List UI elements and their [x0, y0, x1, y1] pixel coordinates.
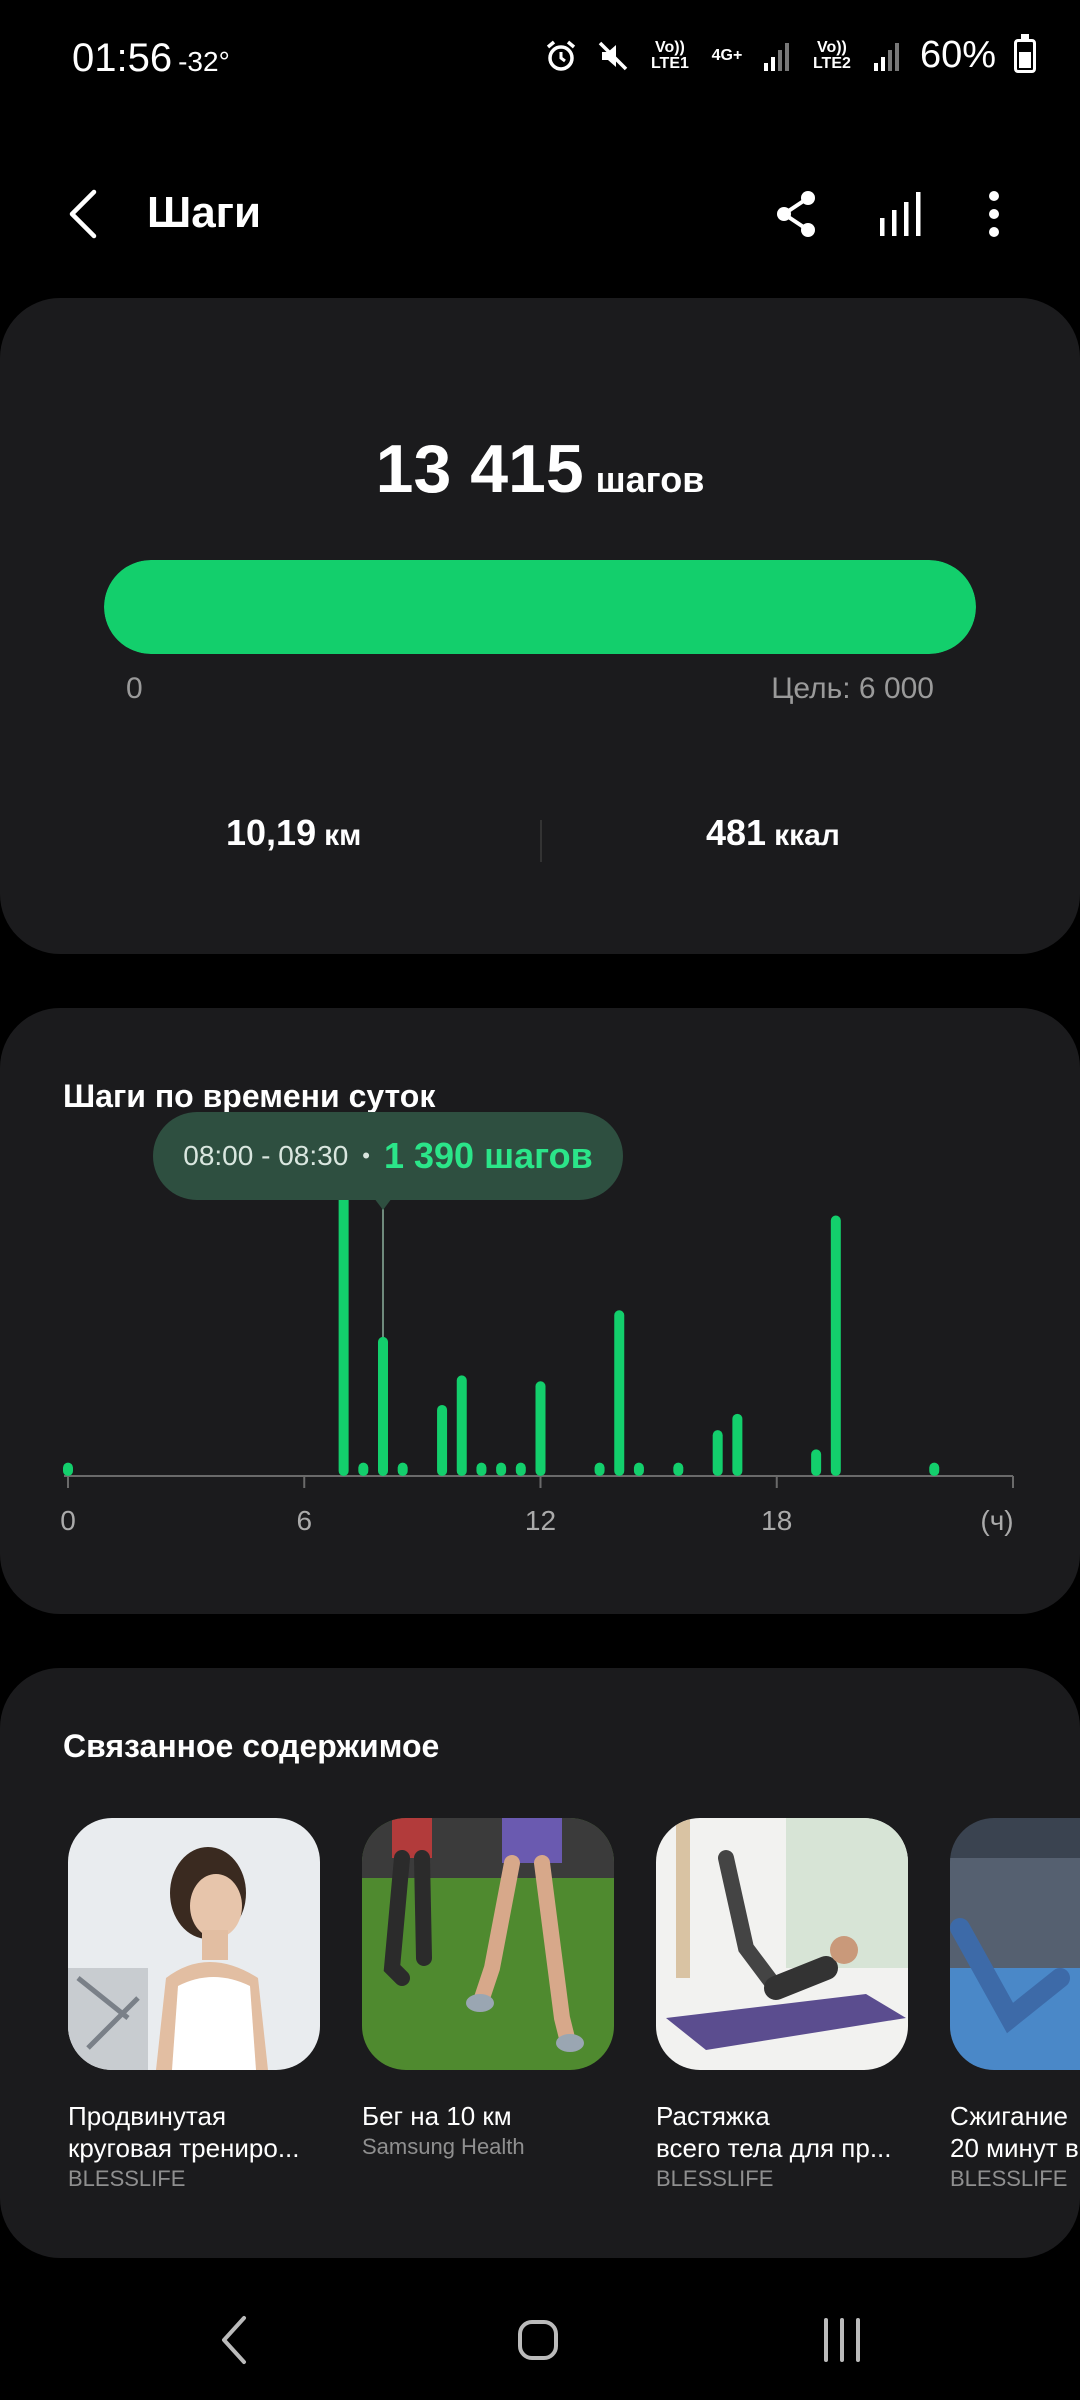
lte2-indicator: Vo)) LTE2 [812, 38, 851, 72]
chart-bar [633, 1462, 644, 1476]
stats-divider [540, 820, 542, 862]
mute-icon [598, 41, 628, 70]
steps-unit: шагов [595, 459, 705, 500]
alarm-icon [546, 40, 576, 71]
battery-icon [1014, 33, 1036, 73]
chart-bar [712, 1430, 723, 1476]
related-item-title: Продвинутая [68, 2101, 227, 2131]
chart-bar [378, 1336, 388, 1476]
related-thumbnail-runners [362, 1818, 614, 2070]
related-item-run-10km[interactable]: Бег на 10 км Samsung Health [362, 1818, 614, 2160]
signal-icon-1 [763, 42, 789, 71]
chart-tick-label: 12 [525, 1505, 556, 1536]
chart-bar [614, 1310, 625, 1476]
chart-bar [811, 1449, 822, 1476]
steps-value: 13 415 [375, 431, 584, 507]
related-thumbnail-woman [68, 1818, 320, 2070]
goal-progress-fill [104, 560, 976, 654]
distance-value: 10,19 [226, 812, 317, 853]
related-item-stretching[interactable]: Растяжка всего тела для пр... BLESSLIFE [656, 1818, 908, 2192]
chart-bar [830, 1215, 841, 1476]
related-item-source: BLESSLIFE [950, 2166, 1068, 2191]
tooltip-range: 08:00 - 08:30 [183, 1140, 349, 1171]
related-item-circuit-training[interactable]: Продвинутая круговая трениро... BLESSLIF… [68, 1818, 320, 2192]
nav-home-icon[interactable] [508, 2310, 568, 2370]
nav-back-icon[interactable] [206, 2310, 266, 2370]
back-icon[interactable] [56, 184, 116, 244]
related-item-title: Бег на 10 км [362, 2101, 512, 2131]
chart-x-unit-label: (ч) [980, 1505, 1013, 1536]
nav-recents-icon[interactable] [812, 2310, 872, 2370]
chart-bar [358, 1462, 369, 1476]
related-item-subtitle: всего тела для пр... [656, 2133, 892, 2163]
chart-bar [535, 1381, 546, 1476]
steps-bar-chart[interactable]: 0 6 12 18 (ч) [0, 1180, 1080, 1550]
chart-bar [437, 1404, 448, 1476]
calories-unit: ккал [774, 819, 840, 852]
goal-progress-bar [104, 560, 976, 654]
chart-tick-label: 18 [761, 1505, 792, 1536]
chart-bar [673, 1462, 684, 1476]
chart-bar [594, 1462, 605, 1476]
lte1-indicator: Vo)) LTE1 [650, 38, 689, 72]
status-time: 01:56 -32° [72, 36, 230, 81]
related-thumbnail-exercise [656, 1818, 908, 2070]
goal-min-label: 0 [126, 672, 143, 705]
calories-stat: 481 ккал [706, 812, 840, 854]
more-options-icon[interactable] [964, 184, 1024, 244]
related-item-source: BLESSLIFE [68, 2166, 186, 2191]
chart-tick-label: 6 [296, 1505, 312, 1536]
related-item-subtitle: 20 минут в [950, 2133, 1079, 2163]
tooltip-value: 1 390 шагов [383, 1135, 593, 1176]
chart-bar [476, 1462, 487, 1476]
trends-chart-icon[interactable] [870, 184, 930, 244]
status-icons: Vo)) LTE1 4G+ Vo)) LTE2 60% [544, 33, 1036, 77]
chart-bar [397, 1462, 408, 1476]
chart-bar [496, 1462, 507, 1476]
network-type: 4G+ [711, 46, 743, 64]
distance-stat: 10,19 км [226, 812, 361, 854]
steps-total: 13 415 шагов [0, 430, 1080, 508]
temperature-text: -32° [178, 46, 230, 77]
goal-label: Цель: 6 000 [771, 672, 934, 705]
calories-value: 481 [706, 812, 767, 853]
chart-bar [456, 1375, 467, 1476]
tooltip-separator: • [362, 1143, 370, 1168]
share-icon[interactable] [766, 184, 826, 244]
signal-icon-2 [873, 42, 899, 71]
related-thumbnail-yoga [950, 1818, 1080, 2070]
related-item-source: BLESSLIFE [656, 2166, 774, 2191]
related-section-title: Связанное содержимое [63, 1728, 440, 1764]
distance-unit: км [324, 819, 362, 852]
chart-bar [338, 1180, 349, 1476]
chart-bar [929, 1462, 940, 1476]
battery-percent: 60% [919, 34, 996, 76]
chart-tick-label: 0 [60, 1505, 76, 1536]
related-item-source: Samsung Health [362, 2134, 525, 2159]
related-item-burn[interactable]: Сжигание 20 минут в BLESSLIFE [950, 1818, 1080, 2192]
chart-bar [515, 1462, 526, 1476]
related-item-subtitle: круговая трениро... [68, 2133, 300, 2163]
clock-text: 01:56 [72, 36, 173, 80]
chart-bar [732, 1413, 743, 1476]
related-item-title: Растяжка [656, 2101, 770, 2131]
page-title: Шаги [147, 188, 262, 237]
chart-bar [63, 1462, 73, 1476]
related-item-title: Сжигание [950, 2101, 1068, 2131]
chart-section-title: Шаги по времени суток [63, 1078, 436, 1114]
chart-tooltip: 08:00 - 08:30 • 1 390 шагов [153, 1112, 623, 1200]
